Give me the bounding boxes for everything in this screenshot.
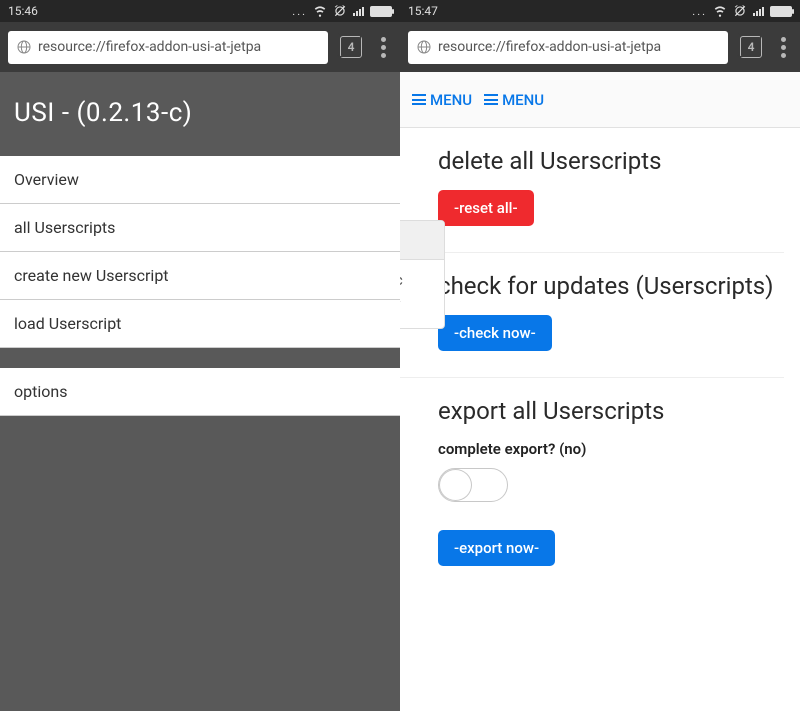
battery-icon (770, 6, 792, 17)
menu-kebab-icon[interactable] (774, 37, 792, 58)
nav-item-options[interactable]: options (0, 368, 400, 416)
two-screens: 15:46 ... resource://firefox-addon-usi-a… (0, 0, 800, 711)
wifi-off-icon (313, 4, 327, 18)
section-delete-all: delete all Userscripts -reset all- (400, 146, 792, 252)
signal-icon (353, 7, 364, 16)
url-input[interactable]: resource://firefox-addon-usi-at-jetpa (8, 31, 328, 64)
reset-all-button[interactable]: -reset all- (438, 190, 534, 226)
overview-card-peek: Over The c see y (400, 220, 445, 329)
page-title: USI - (0.2.13-c) (0, 72, 400, 156)
clock: 15:47 (408, 4, 438, 18)
url-text: resource://firefox-addon-usi-at-jetpa (38, 39, 261, 55)
card-header: Over (400, 221, 444, 260)
menu-kebab-icon[interactable] (374, 37, 392, 58)
menu-button-1[interactable]: MENU (408, 87, 476, 113)
globe-icon (16, 39, 32, 55)
screen-left: 15:46 ... resource://firefox-addon-usi-a… (0, 0, 400, 711)
status-icons-left: ... (292, 4, 392, 18)
nav-item-create-new[interactable]: create new Userscript (0, 252, 400, 300)
url-input[interactable]: resource://firefox-addon-usi-at-jetpa (408, 31, 728, 64)
menu-label: MENU (502, 91, 544, 109)
section-title: check for updates (Userscripts) (438, 271, 784, 301)
signal-icon (753, 7, 764, 16)
check-now-button[interactable]: -check now- (438, 315, 552, 351)
export-sublabel: complete export? (no) (438, 440, 784, 458)
tab-count-button[interactable]: 4 (740, 36, 762, 58)
globe-icon (416, 39, 432, 55)
nav-item-load[interactable]: load Userscript (0, 300, 400, 348)
menu-bar: MENU MENU (400, 72, 800, 128)
toggle-knob (439, 469, 472, 501)
browser-bar-right: resource://firefox-addon-usi-at-jetpa 4 (400, 22, 800, 72)
alarm-off-icon (733, 4, 747, 18)
nav-list: Overview all Userscripts create new User… (0, 156, 400, 416)
section-check-updates: check for updates (Userscripts) -check n… (400, 252, 784, 377)
hamburger-icon (484, 94, 498, 105)
card-text-line1: The c (400, 268, 434, 292)
complete-export-toggle[interactable] (438, 468, 508, 502)
menu-label: MENU (430, 91, 472, 109)
right-page: MENU MENU Over The c see y delete all Us… (400, 72, 800, 711)
export-now-button[interactable]: -export now- (438, 530, 555, 566)
clock: 15:46 (8, 4, 38, 18)
battery-icon (370, 6, 392, 17)
alarm-off-icon (333, 4, 347, 18)
more-dots-icon: ... (692, 5, 707, 18)
more-dots-icon: ... (292, 5, 307, 18)
hamburger-icon (412, 94, 426, 105)
options-body: delete all Userscripts -reset all- check… (400, 128, 800, 610)
left-page: USI - (0.2.13-c) Overview all Userscript… (0, 72, 400, 711)
screen-right: 15:47 ... resource://firefox-addon-usi-a… (400, 0, 800, 711)
card-text-line2: see y (400, 292, 434, 316)
section-export-all: export all Userscripts complete export? … (400, 377, 784, 592)
wifi-off-icon (713, 4, 727, 18)
status-icons-right: ... (692, 4, 792, 18)
browser-bar-left: resource://firefox-addon-usi-at-jetpa 4 (0, 22, 400, 72)
status-bar-right: 15:47 ... (400, 0, 800, 22)
section-title: export all Userscripts (438, 396, 784, 426)
nav-gap (0, 348, 400, 368)
tab-count-button[interactable]: 4 (340, 36, 362, 58)
section-title: delete all Userscripts (438, 146, 792, 176)
status-bar-left: 15:46 ... (0, 0, 400, 22)
nav-item-overview[interactable]: Overview (0, 156, 400, 204)
nav-item-all-userscripts[interactable]: all Userscripts (0, 204, 400, 252)
url-text: resource://firefox-addon-usi-at-jetpa (438, 39, 661, 55)
menu-button-2[interactable]: MENU (480, 87, 548, 113)
